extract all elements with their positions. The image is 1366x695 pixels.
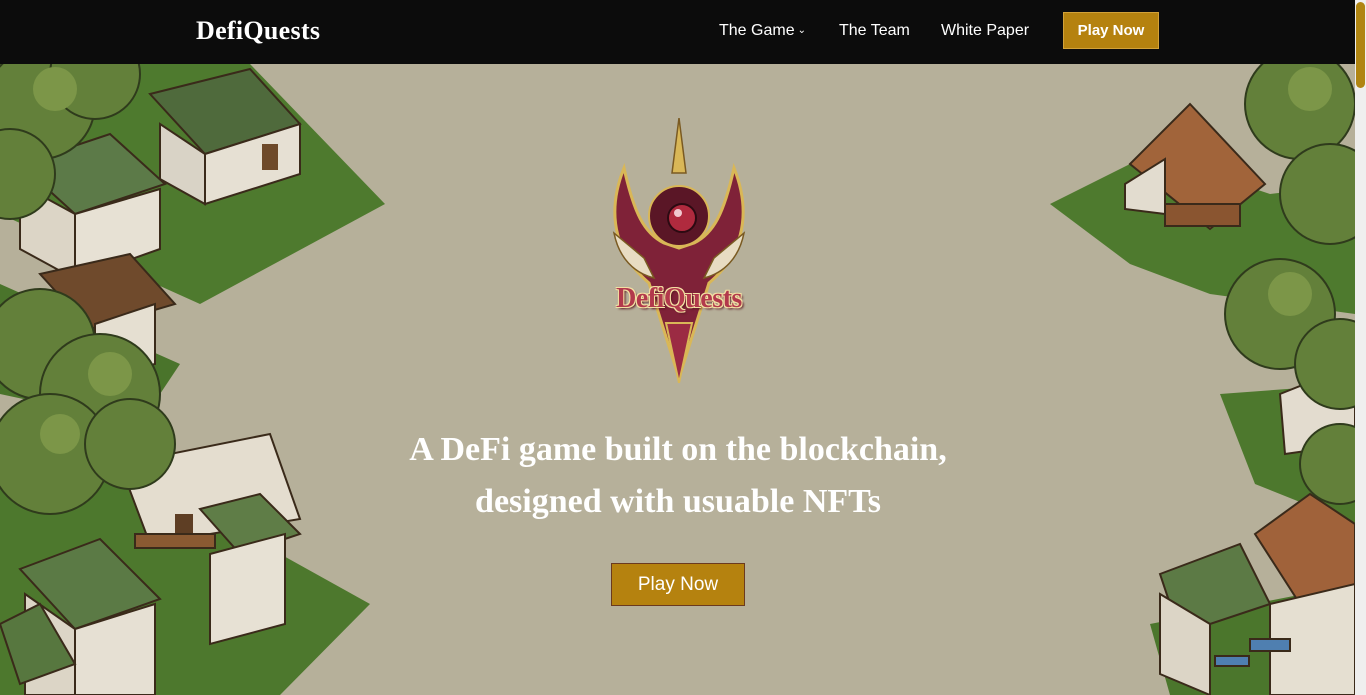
defiquests-crest-logo: DefiQuests	[594, 117, 764, 384]
chevron-down-icon: ⌄	[797, 25, 806, 36]
headline-line-1: A DeFi game built on the blockchain,	[409, 431, 947, 468]
nav-play-now-button[interactable]: Play Now	[1063, 12, 1159, 49]
nav-the-game[interactable]: The Game ⌄	[719, 22, 806, 40]
logo-wordmark: DefiQuests	[616, 283, 742, 314]
nav-white-paper[interactable]: White Paper	[941, 22, 1029, 40]
brand-logo-text[interactable]: DefiQuests	[196, 16, 320, 46]
scrollbar-thumb[interactable]	[1356, 2, 1365, 88]
hero-headline: A DeFi game built on the blockchain, des…	[340, 424, 1016, 528]
nav-the-game-label: The Game	[719, 22, 795, 39]
hero-play-now-button[interactable]: Play Now	[611, 563, 745, 606]
page-scrollbar[interactable]	[1355, 0, 1366, 695]
headline-line-2: designed with usuable NFTs	[475, 483, 881, 520]
top-navbar: DefiQuests The Game ⌄ The Team White Pape…	[0, 0, 1355, 64]
crest-emblem-icon	[612, 117, 746, 384]
nav-the-team[interactable]: The Team	[839, 22, 910, 40]
